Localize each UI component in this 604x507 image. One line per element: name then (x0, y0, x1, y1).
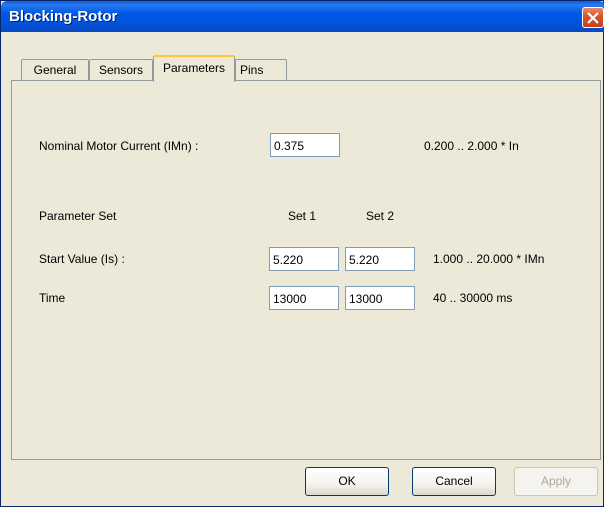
time-range: 40 .. 30000 ms (433, 291, 513, 305)
tab-general[interactable]: General (21, 59, 89, 81)
nominal-current-label: Nominal Motor Current (IMn) : (39, 139, 199, 153)
start-value-range: 1.000 .. 20.000 * IMn (433, 252, 545, 266)
title-bar[interactable]: Blocking-Rotor (1, 1, 604, 32)
dialog-window: Blocking-Rotor General Sensors Parameter… (0, 0, 604, 507)
set2-header: Set 2 (366, 209, 395, 223)
nominal-current-input[interactable]: 0.375 (270, 133, 340, 157)
time-label: Time (39, 291, 66, 305)
time-set2-input[interactable]: 13000 (345, 286, 415, 310)
start-value-set1-input[interactable]: 5.220 (269, 247, 339, 271)
time-set1-input[interactable]: 13000 (269, 286, 339, 310)
close-icon (587, 12, 599, 24)
tab-parameters[interactable]: Parameters (153, 55, 235, 82)
tab-pins[interactable]: Pins (235, 59, 287, 81)
nominal-current-range: 0.200 .. 2.000 * In (424, 139, 519, 153)
close-button[interactable] (582, 7, 604, 28)
parameter-set-label: Parameter Set (39, 209, 117, 223)
set1-header: Set 1 (288, 209, 317, 223)
cancel-button[interactable]: Cancel (412, 467, 496, 496)
start-value-set2-input[interactable]: 5.220 (345, 247, 415, 271)
tab-sensors[interactable]: Sensors (89, 59, 153, 81)
apply-button[interactable]: Apply (514, 467, 598, 496)
ok-button[interactable]: OK (305, 467, 389, 496)
window-title: Blocking-Rotor (9, 8, 118, 25)
start-value-label: Start Value (Is) : (39, 252, 125, 266)
